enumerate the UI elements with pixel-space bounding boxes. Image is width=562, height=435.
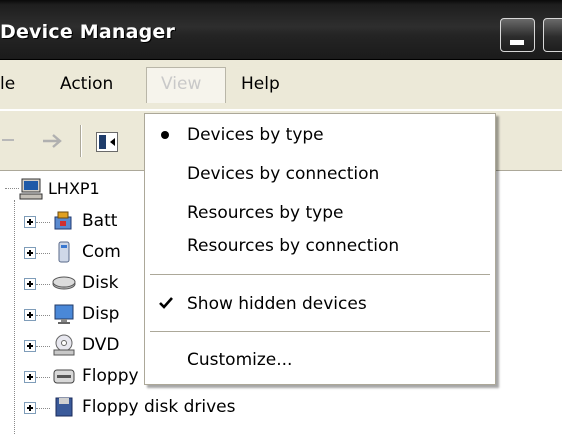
menu-item-resources-by-connection[interactable]: Resources by connection: [145, 231, 495, 261]
expand-toggle[interactable]: [24, 402, 36, 414]
expand-toggle[interactable]: [24, 278, 36, 290]
toolbar-separator: [80, 125, 82, 157]
menu-item-label: Devices by connection: [187, 164, 380, 184]
view-menu-dropdown: Devices by type Devices by connection Re…: [144, 113, 496, 385]
window-title: Device Manager: [0, 21, 176, 43]
menu-item-devices-by-connection[interactable]: Devices by connection: [145, 159, 495, 189]
tree-item-label: DVD: [82, 335, 120, 355]
dvd-drive-icon: [53, 334, 75, 356]
menu-bar: le Action View Help: [0, 60, 562, 110]
expand-toggle[interactable]: [24, 340, 36, 352]
menu-help[interactable]: Help: [241, 68, 280, 100]
disk-drive-icon: [52, 276, 76, 290]
computer-icon: [58, 241, 70, 263]
menu-item-show-hidden-devices[interactable]: Show hidden devices: [145, 289, 495, 319]
expand-toggle[interactable]: [24, 247, 36, 259]
tree-connector: [36, 346, 50, 347]
back-arrow-icon[interactable]: [2, 132, 18, 148]
display-adapter-icon: [54, 304, 74, 324]
tree-item-label: Floppy disk drives: [82, 397, 236, 417]
tree-root-label: LHXP1: [48, 179, 100, 198]
menu-item-label: Show hidden devices: [187, 294, 367, 314]
tree-connector: [36, 377, 50, 378]
minimize-button[interactable]: [500, 18, 535, 52]
menu-separator: [150, 274, 490, 275]
menu-item-label: Resources by type: [187, 203, 344, 223]
forward-arrow-icon[interactable]: [42, 132, 66, 150]
minimize-icon: [510, 40, 524, 45]
tree-connector: [36, 408, 50, 409]
expand-toggle[interactable]: [24, 309, 36, 321]
tree-connector: [5, 188, 19, 189]
menu-item-label: Devices by type: [187, 125, 324, 145]
menu-item-resources-by-type[interactable]: Resources by type: [145, 198, 495, 228]
tree-item-label: Disp: [82, 304, 120, 324]
menu-item-devices-by-type[interactable]: Devices by type: [145, 120, 495, 150]
menu-separator: [150, 331, 490, 332]
menu-file[interactable]: le: [0, 68, 15, 100]
tree-item-label: Disk: [82, 273, 119, 293]
tree-connector: [14, 200, 15, 435]
menu-item-label: Resources by connection: [187, 236, 400, 256]
menu-item-label: Customize...: [187, 350, 293, 370]
floppy-controller-icon: [53, 369, 75, 384]
menu-action[interactable]: Action: [60, 68, 113, 100]
radio-bullet-icon: [161, 131, 169, 139]
computer-icon: [19, 178, 43, 200]
expand-toggle[interactable]: [24, 216, 36, 228]
tree-connector: [36, 253, 50, 254]
tree-item-label: Com: [82, 242, 121, 262]
menu-view[interactable]: View: [146, 67, 226, 103]
tree-item-label: Batt: [82, 211, 118, 231]
tree-connector: [36, 315, 50, 316]
maximize-button[interactable]: [543, 18, 562, 52]
title-bar[interactable]: Device Manager: [0, 0, 562, 60]
checkmark-icon: [159, 297, 173, 309]
tree-connector: [36, 284, 50, 285]
battery-icon: [54, 211, 72, 230]
show-hide-console-tree-icon[interactable]: [96, 132, 118, 152]
tree-connector: [36, 222, 50, 223]
expand-toggle[interactable]: [24, 371, 36, 383]
floppy-drive-icon: [55, 397, 73, 417]
menu-item-customize[interactable]: Customize...: [145, 345, 495, 375]
